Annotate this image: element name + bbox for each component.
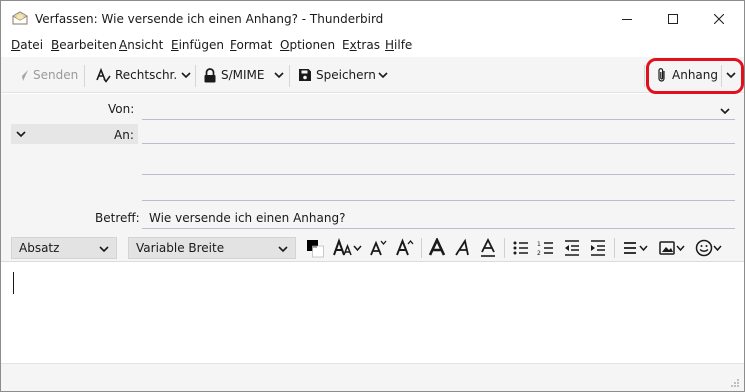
format-divider bbox=[421, 238, 422, 258]
subject-input[interactable]: Wie versende ich einen Anhang? bbox=[149, 211, 345, 225]
save-label: Speichern bbox=[316, 68, 376, 82]
send-label: Senden bbox=[33, 68, 79, 82]
toolbar-divider bbox=[195, 65, 196, 87]
text-color-icon[interactable] bbox=[304, 238, 326, 258]
toolbar-divider bbox=[289, 65, 290, 87]
menu-bearbeiten[interactable]: Bearbeiten bbox=[51, 38, 117, 52]
spelling-button[interactable]: Rechtschr. bbox=[96, 65, 177, 85]
chevron-down-icon[interactable] bbox=[273, 69, 285, 81]
menu-extras[interactable]: Extras bbox=[342, 38, 380, 52]
close-icon bbox=[714, 13, 724, 24]
from-label: Von: bbox=[108, 102, 135, 116]
subject-underline bbox=[142, 228, 735, 229]
font-family-value: Variable Breite bbox=[136, 241, 225, 255]
text-caret bbox=[13, 272, 14, 294]
resize-grip-icon[interactable] bbox=[730, 378, 740, 388]
bullet-list-icon[interactable] bbox=[511, 238, 531, 258]
menu-ansicht[interactable]: Ansicht bbox=[119, 38, 163, 52]
menu-bar: Datei Bearbeiten Ansicht Einfügen Format… bbox=[1, 36, 744, 56]
send-icon bbox=[17, 69, 28, 81]
indent-icon[interactable] bbox=[588, 238, 608, 258]
minimize-icon bbox=[622, 18, 632, 20]
chevron-down-icon bbox=[278, 246, 288, 253]
chevron-down-icon[interactable] bbox=[377, 69, 389, 81]
font-family-select[interactable]: Variable Breite bbox=[128, 237, 296, 259]
smaller-font-icon[interactable] bbox=[368, 238, 388, 258]
format-divider bbox=[614, 238, 615, 258]
chevron-down-icon[interactable] bbox=[180, 69, 192, 81]
menu-datei[interactable]: Datei bbox=[11, 38, 43, 52]
address-headers: Von: An: Betreff: Wie versende ich einen… bbox=[1, 94, 744, 234]
format-toolbar: Absatz Variable Breite 12 bbox=[1, 234, 744, 262]
send-button[interactable]: Senden bbox=[16, 65, 78, 85]
svg-text:1: 1 bbox=[537, 241, 541, 248]
close-button[interactable] bbox=[696, 1, 742, 36]
chevron-down-icon bbox=[99, 246, 109, 253]
from-field[interactable] bbox=[142, 119, 735, 120]
menu-format[interactable]: Format bbox=[230, 38, 272, 52]
recipient-field-3[interactable] bbox=[142, 200, 735, 201]
menu-hilfe[interactable]: Hilfe bbox=[385, 38, 412, 52]
save-icon bbox=[299, 69, 311, 81]
subject-label: Betreff: bbox=[95, 211, 140, 225]
message-body-editor[interactable] bbox=[5, 263, 740, 363]
compose-window: Verfassen: Wie versende ich einen Anhang… bbox=[0, 0, 745, 392]
compose-envelope-icon bbox=[12, 11, 28, 25]
italic-icon[interactable] bbox=[453, 238, 473, 258]
lock-icon bbox=[204, 67, 216, 82]
recipient-field-2[interactable] bbox=[142, 174, 735, 175]
status-bar bbox=[1, 363, 744, 391]
align-icon[interactable] bbox=[621, 238, 651, 258]
paragraph-format-select[interactable]: Absatz bbox=[11, 237, 117, 259]
attach-highlight-annotation bbox=[646, 58, 744, 94]
maximize-button[interactable] bbox=[650, 1, 696, 36]
recipient-type-select[interactable]: An: bbox=[11, 124, 138, 144]
underline-icon[interactable] bbox=[478, 238, 498, 258]
numbered-list-icon[interactable]: 12 bbox=[536, 238, 556, 258]
svg-text:2: 2 bbox=[537, 250, 541, 257]
format-divider bbox=[504, 238, 505, 258]
smime-button[interactable]: S/MIME bbox=[203, 65, 265, 85]
to-field[interactable] bbox=[142, 143, 735, 144]
menu-einfuegen[interactable]: Einfügen bbox=[171, 38, 224, 52]
toolbar-divider bbox=[644, 65, 645, 87]
save-button[interactable]: Speichern bbox=[298, 65, 376, 85]
to-label: An: bbox=[114, 128, 134, 142]
emoji-icon[interactable] bbox=[695, 238, 725, 258]
outdent-icon[interactable] bbox=[562, 238, 582, 258]
chevron-down-icon bbox=[16, 131, 26, 138]
minimize-button[interactable] bbox=[604, 1, 650, 36]
smime-label: S/MIME bbox=[221, 68, 265, 82]
window-title: Verfassen: Wie versende ich einen Anhang… bbox=[35, 12, 384, 26]
toolbar-divider bbox=[84, 65, 85, 87]
spelling-label: Rechtschr. bbox=[115, 68, 178, 82]
menu-optionen[interactable]: Optionen bbox=[280, 38, 335, 52]
maximize-icon bbox=[668, 13, 678, 24]
chevron-down-icon[interactable] bbox=[719, 105, 731, 117]
font-size-icon[interactable] bbox=[332, 238, 364, 258]
title-bar: Verfassen: Wie versende ich einen Anhang… bbox=[1, 1, 744, 36]
spellcheck-icon bbox=[96, 67, 111, 83]
paragraph-format-value: Absatz bbox=[19, 241, 60, 255]
compose-toolbar: Senden Rechtschr. S/MIME Speichern Anhan… bbox=[1, 57, 744, 93]
bold-icon[interactable] bbox=[427, 238, 447, 258]
insert-image-icon[interactable] bbox=[658, 238, 688, 258]
larger-font-icon[interactable] bbox=[395, 238, 415, 258]
